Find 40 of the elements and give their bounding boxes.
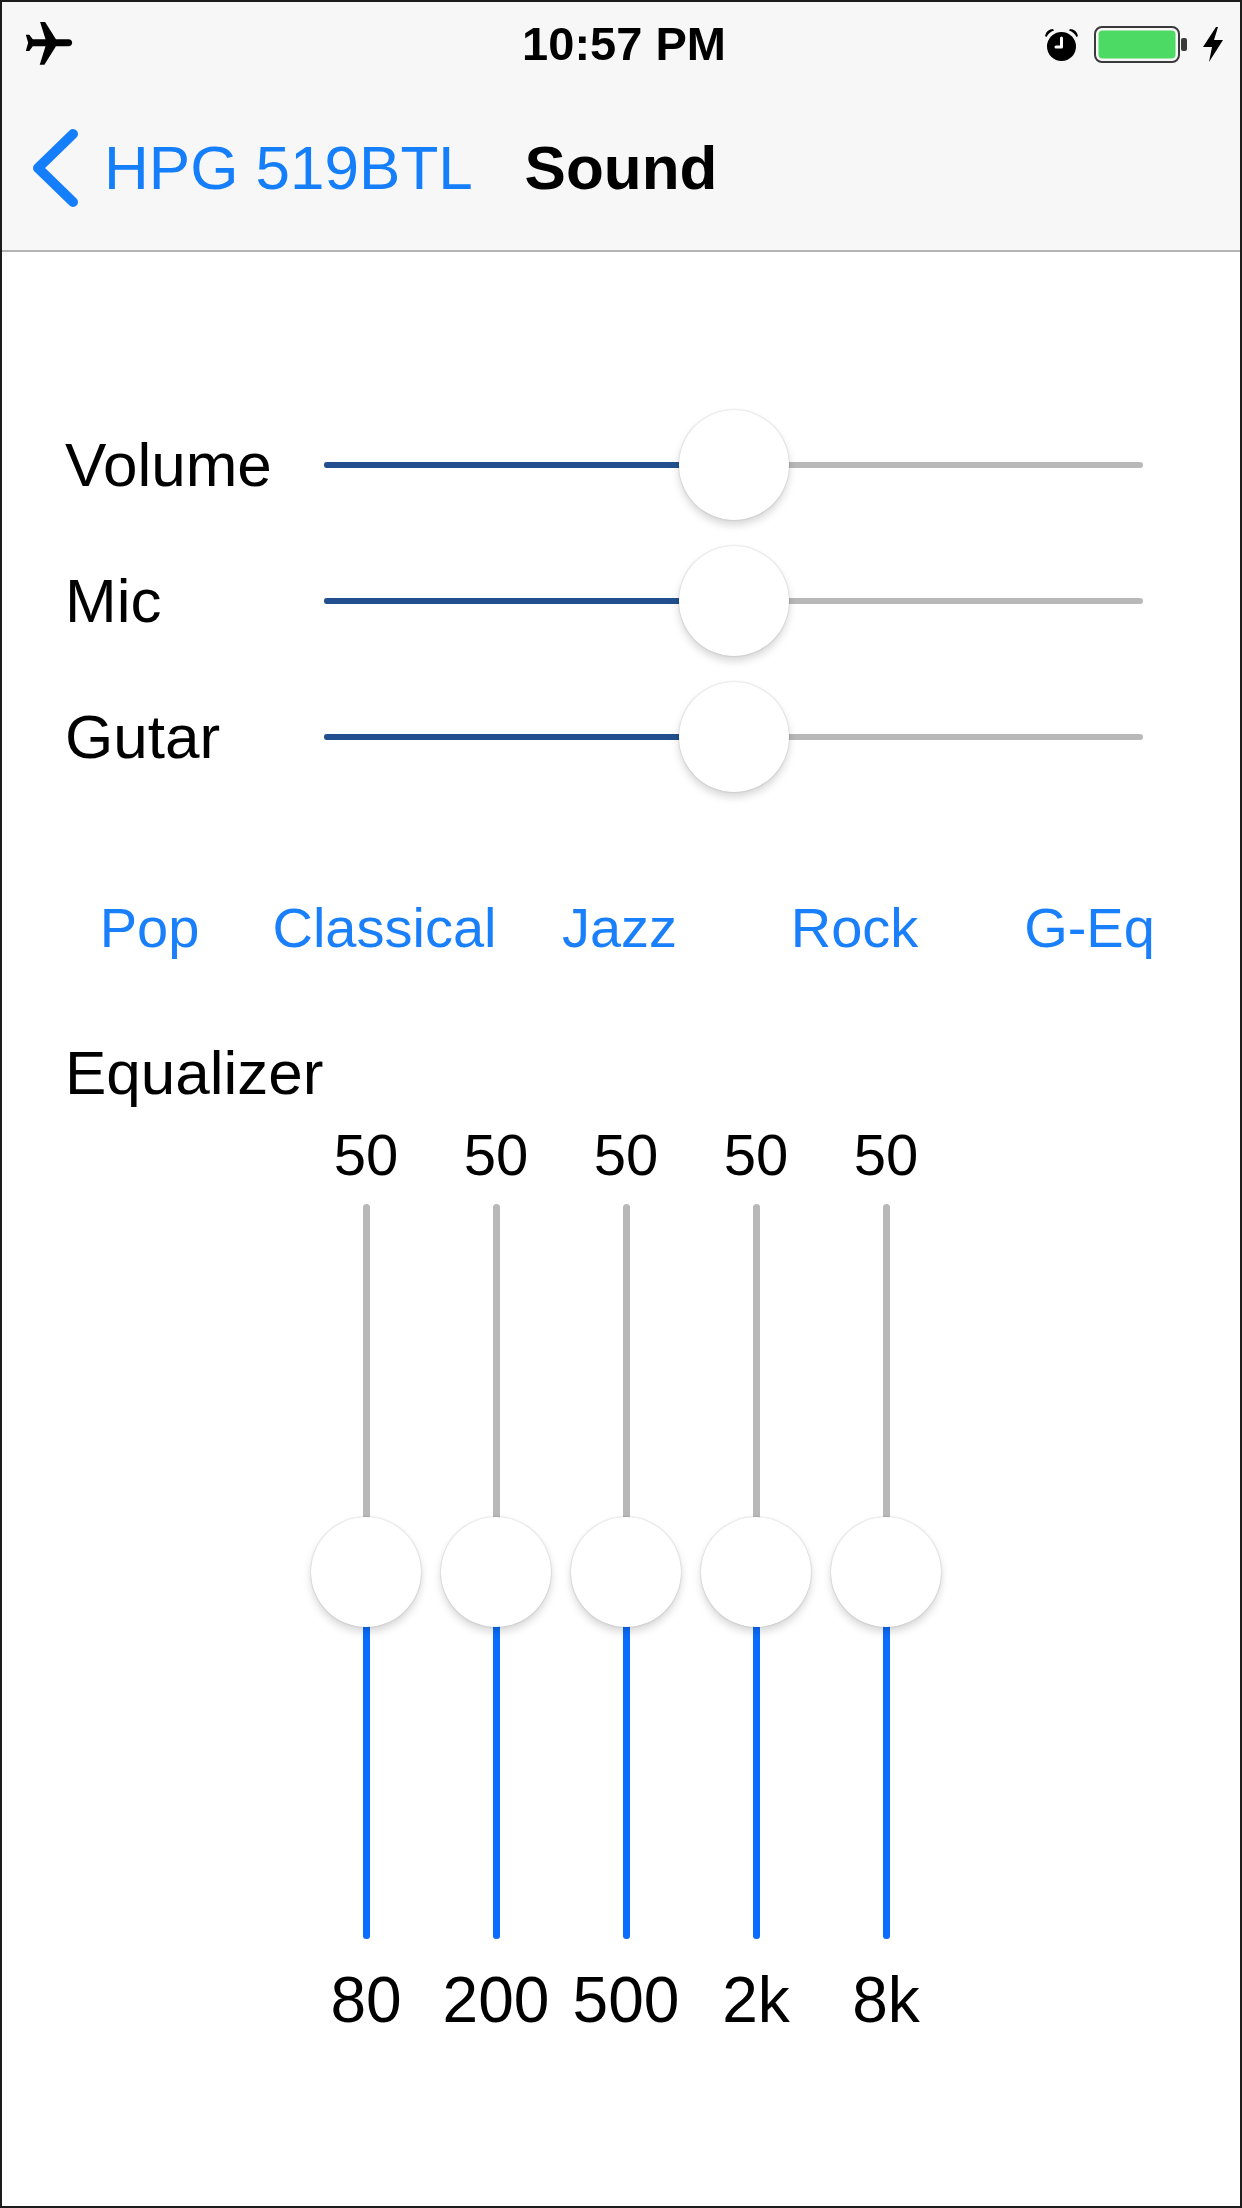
preset-button[interactable]: Classical	[266, 890, 503, 965]
battery-icon	[1094, 25, 1188, 63]
back-button[interactable]: HPG 519BTL	[30, 128, 473, 208]
airplane-icon	[24, 22, 74, 66]
band-slider-track[interactable]	[701, 1204, 811, 1939]
preset-button[interactable]: Pop	[93, 890, 206, 965]
nav-title: Sound	[524, 132, 718, 204]
band-slider-thumb[interactable]	[571, 1516, 681, 1627]
preset-button[interactable]: Rock	[784, 890, 925, 965]
charging-bolt-icon	[1202, 26, 1224, 62]
band-frequency-label: 80	[330, 1963, 402, 2038]
band-slider-thumb[interactable]	[441, 1516, 551, 1627]
band-slider-track[interactable]	[831, 1204, 941, 1939]
slider-track[interactable]	[324, 682, 1143, 792]
slider-label: Volume	[65, 429, 272, 501]
band-slider-thumb[interactable]	[831, 1516, 941, 1627]
band-slider-thumb[interactable]	[701, 1516, 811, 1627]
preset-button[interactable]: G-Eq	[1018, 890, 1161, 965]
band-frequency-label: 2k	[722, 1963, 790, 2038]
equalizer-title: Equalizer	[65, 1037, 324, 1109]
band-frequency-label: 500	[572, 1963, 680, 2038]
band-value: 50	[723, 1121, 789, 1189]
alarm-clock-icon	[1043, 26, 1080, 62]
back-chevron-icon[interactable]	[30, 128, 80, 208]
band-value: 50	[333, 1121, 399, 1189]
band-slider-track[interactable]	[311, 1204, 421, 1939]
status-time: 10:57 PM	[522, 16, 726, 72]
band-frequency-label: 200	[442, 1963, 550, 2038]
band-value: 50	[593, 1121, 659, 1189]
band-frequency-label: 8k	[852, 1963, 920, 2038]
slider-track[interactable]	[324, 410, 1143, 520]
slider-track[interactable]	[324, 546, 1143, 656]
band-slider-track[interactable]	[571, 1204, 681, 1939]
slider-label: Gutar	[65, 701, 221, 773]
band-value: 50	[853, 1121, 919, 1189]
band-value: 50	[463, 1121, 529, 1189]
preset-button[interactable]: Jazz	[555, 890, 684, 965]
band-slider-thumb[interactable]	[311, 1516, 421, 1627]
slider-label: Mic	[65, 565, 162, 637]
band-slider-track[interactable]	[441, 1204, 551, 1939]
